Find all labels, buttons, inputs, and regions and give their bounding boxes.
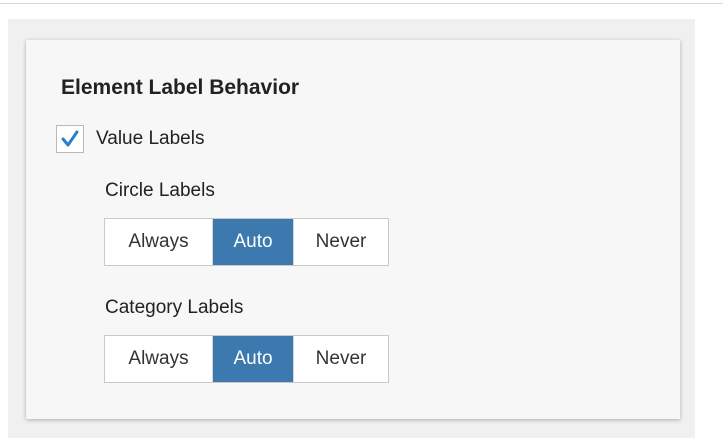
circle-labels-always-button[interactable]: Always (105, 219, 213, 265)
value-labels-label: Value Labels (96, 128, 205, 149)
category-labels-label: Category Labels (105, 297, 244, 318)
circle-labels-auto-button[interactable]: Auto (213, 219, 293, 265)
circle-labels-never-button[interactable]: Never (293, 219, 388, 265)
checkmark-icon (61, 130, 79, 147)
section-title: Element Label Behavior (61, 76, 300, 99)
circle-labels-segmented-control: Always Auto Never (104, 218, 389, 266)
category-labels-never-button[interactable]: Never (293, 336, 388, 382)
value-labels-checkbox[interactable] (56, 125, 84, 153)
circle-labels-label: Circle Labels (105, 180, 215, 201)
top-divider (0, 3, 723, 4)
category-labels-segmented-control: Always Auto Never (104, 335, 389, 383)
category-labels-always-button[interactable]: Always (105, 336, 213, 382)
category-labels-auto-button[interactable]: Auto (213, 336, 293, 382)
value-labels-row[interactable]: Value Labels (56, 124, 204, 154)
